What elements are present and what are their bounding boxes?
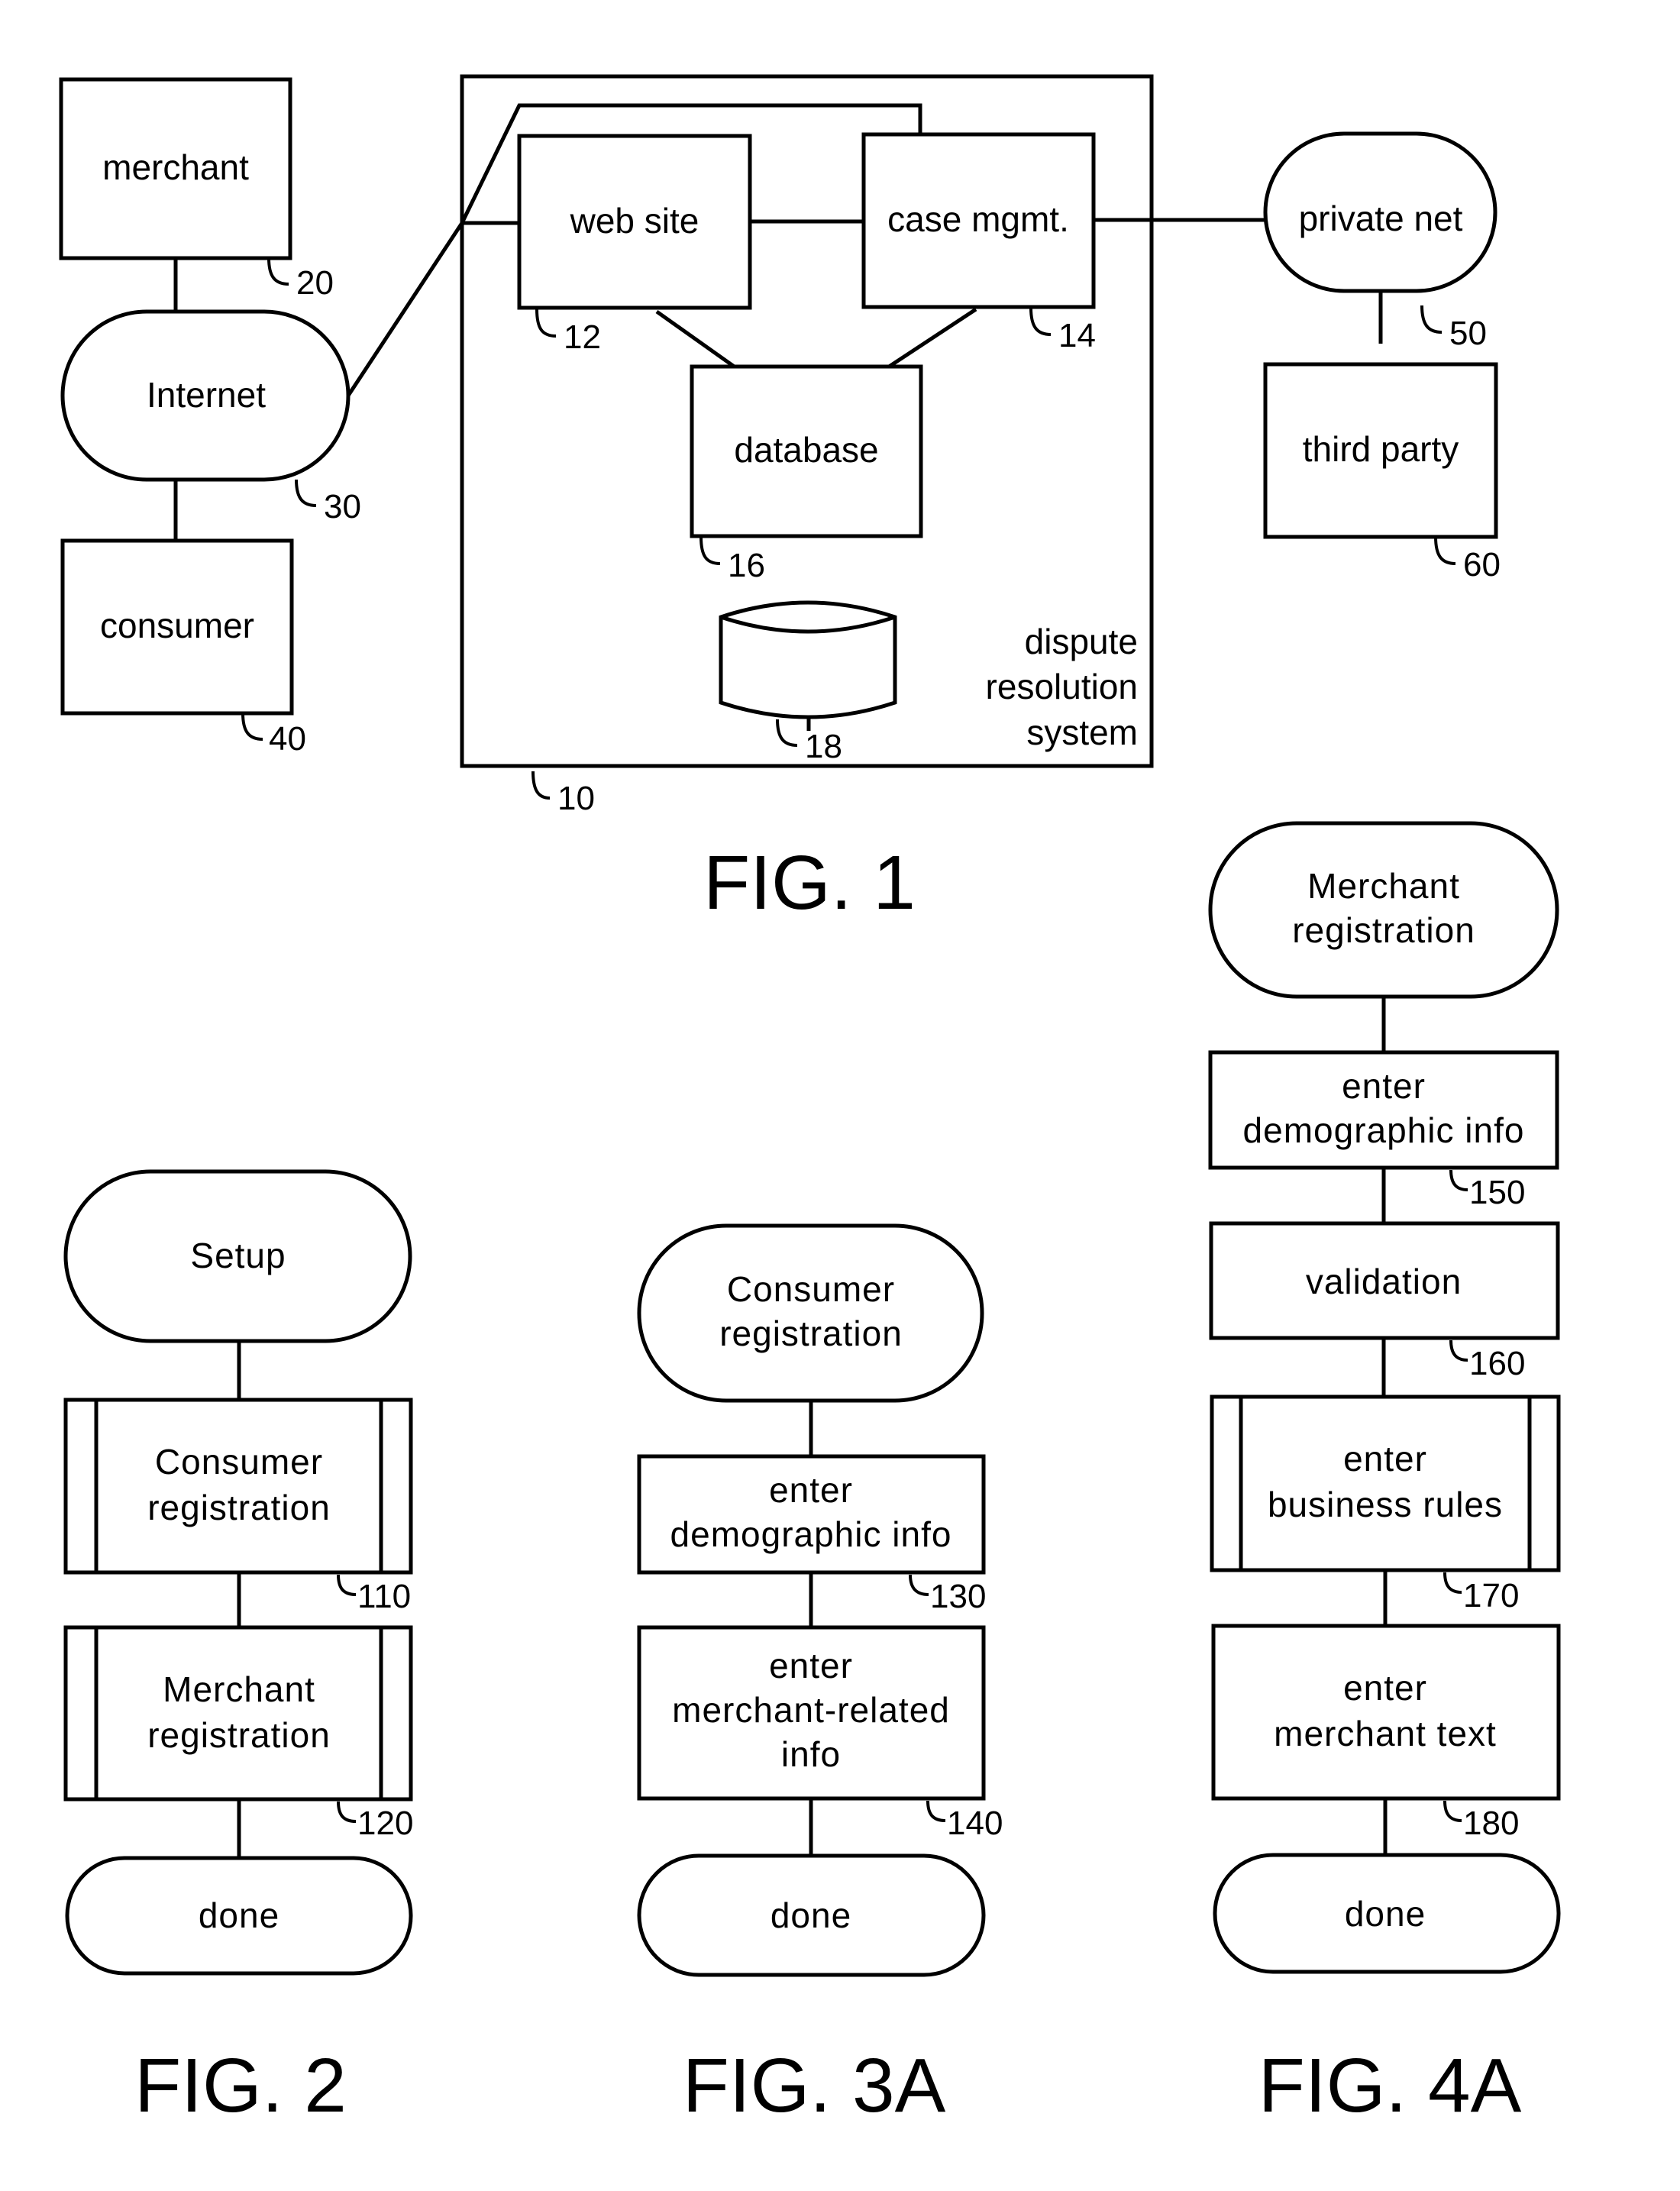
fig4a-step-ref: 150 <box>1469 1174 1525 1211</box>
fig3a-step-label-line3: info <box>781 1734 841 1774</box>
fig2-step-label-line2: registration <box>147 1715 331 1755</box>
fig4a-step-ref-leader <box>1443 1572 1462 1594</box>
fig4a-start-label-line2: registration <box>1292 910 1475 950</box>
fig4a-step-label-line2: business rules <box>1268 1485 1503 1524</box>
fig3a-step-ref-leader <box>926 1800 946 1822</box>
consumer-ref: 40 <box>269 720 306 758</box>
private-net-ref-leader <box>1420 305 1443 334</box>
merchant-ref: 20 <box>296 264 334 302</box>
fig4a-step-ref-leader <box>1443 1800 1462 1822</box>
system-label-line1: dispute <box>1025 622 1138 661</box>
fig2-end-label: done <box>199 1895 279 1935</box>
fig2-step-ref: 120 <box>357 1805 413 1842</box>
database-label: database <box>734 430 878 470</box>
fig2-start-label: Setup <box>190 1236 286 1275</box>
fig3a-end-label: done <box>771 1895 851 1935</box>
fig2-step-consumer-registration <box>63 1398 413 1575</box>
internet-ref: 30 <box>324 488 361 525</box>
fig3a-step-ref: 130 <box>930 1578 986 1615</box>
fig4a-flowchart: Merchant registration enter demographic … <box>1208 821 1561 2128</box>
fig2-flowchart: Setup Consumer registration 110 Merchant… <box>63 1169 413 2128</box>
fig2-caption: FIG. 2 <box>134 2043 347 2128</box>
web-site-label: web site <box>570 201 699 241</box>
fig4a-step-ref-leader <box>1449 1339 1468 1362</box>
storage-ref: 18 <box>805 728 842 765</box>
internet-ref-leader <box>295 479 317 507</box>
fig3a-step-ref-leader <box>909 1574 929 1596</box>
system-ref: 10 <box>557 780 595 817</box>
fig1-diagram: dispute resolution system 10 merchant 20… <box>59 74 1501 926</box>
merchant-label: merchant <box>102 147 249 187</box>
consumer-ref-leader <box>241 713 263 741</box>
fig4a-step-ref: 170 <box>1463 1577 1519 1614</box>
fig2-step-label-line1: Merchant <box>163 1669 315 1709</box>
fig2-step-ref-leader <box>337 1574 357 1596</box>
fig3a-step-label-line1: enter <box>769 1470 853 1510</box>
fig3a-start-label-line2: registration <box>719 1314 903 1353</box>
system-label-line3: system <box>1026 713 1138 752</box>
fig4a-step-enter-business-rules <box>1210 1394 1561 1572</box>
fig3a-step-label-line2: demographic info <box>670 1514 952 1554</box>
storage-cylinder-icon <box>719 600 897 719</box>
fig4a-caption: FIG. 4A <box>1258 2043 1522 2128</box>
system-ref-leader <box>531 771 551 800</box>
fig3a-step-ref: 140 <box>947 1805 1003 1842</box>
fig4a-start-label-line1: Merchant <box>1307 866 1460 906</box>
fig2-step-ref-leader <box>337 1801 357 1823</box>
fig4a-step-label-line2: demographic info <box>1243 1110 1525 1150</box>
web-site-ref-leader <box>535 309 557 338</box>
case-mgmt-label: case mgmt. <box>887 199 1069 239</box>
fig4a-step-label-line1: enter <box>1343 1439 1427 1478</box>
private-net-label: private net <box>1299 199 1463 238</box>
fig1-caption: FIG. 1 <box>703 840 916 926</box>
fig2-step-merchant-registration <box>63 1625 413 1802</box>
fig3a-start-label-line1: Consumer <box>727 1269 895 1309</box>
fig4a-step-ref: 160 <box>1469 1345 1525 1382</box>
fig3a-step-label-line2: merchant-related <box>672 1690 950 1730</box>
fig3a-caption: FIG. 3A <box>683 2043 946 2128</box>
fig4a-step-label-line2: merchant text <box>1274 1714 1497 1753</box>
patent-drawing-sheet: dispute resolution system 10 merchant 20… <box>59 74 1561 2128</box>
third-party-ref-leader <box>1434 536 1456 565</box>
internet-label: Internet <box>147 375 266 415</box>
fig2-step-label-line1: Consumer <box>155 1442 323 1482</box>
fig4a-step-label-line1: validation <box>1306 1262 1462 1301</box>
private-net-ref: 50 <box>1449 315 1487 352</box>
storage-ref-leader <box>776 719 798 747</box>
fig4a-step-label-line1: enter <box>1342 1066 1426 1106</box>
fig4a-step-label-line1: enter <box>1343 1668 1427 1708</box>
merchant-ref-leader <box>267 257 289 286</box>
fig4a-step-ref: 180 <box>1463 1805 1519 1842</box>
fig2-step-label-line2: registration <box>147 1488 331 1527</box>
third-party-label: third party <box>1303 429 1459 469</box>
fig2-step-ref: 110 <box>357 1578 411 1615</box>
database-ref-leader <box>699 536 721 565</box>
fig4a-end-label: done <box>1345 1894 1426 1934</box>
database-ref: 16 <box>728 547 765 584</box>
fig4a-step-ref-leader <box>1449 1169 1468 1191</box>
consumer-label: consumer <box>100 606 254 645</box>
fig4a-step-enter-merchant-text <box>1211 1624 1561 1801</box>
case-mgmt-ref-leader <box>1029 307 1052 336</box>
case-mgmt-ref: 14 <box>1058 317 1096 354</box>
fig3a-flowchart: Consumer registration enter demographic … <box>637 1223 1003 2128</box>
web-site-ref: 12 <box>564 318 601 356</box>
system-label-line2: resolution <box>986 667 1138 706</box>
third-party-ref: 60 <box>1463 546 1501 583</box>
fig3a-step-label-line1: enter <box>769 1646 853 1685</box>
